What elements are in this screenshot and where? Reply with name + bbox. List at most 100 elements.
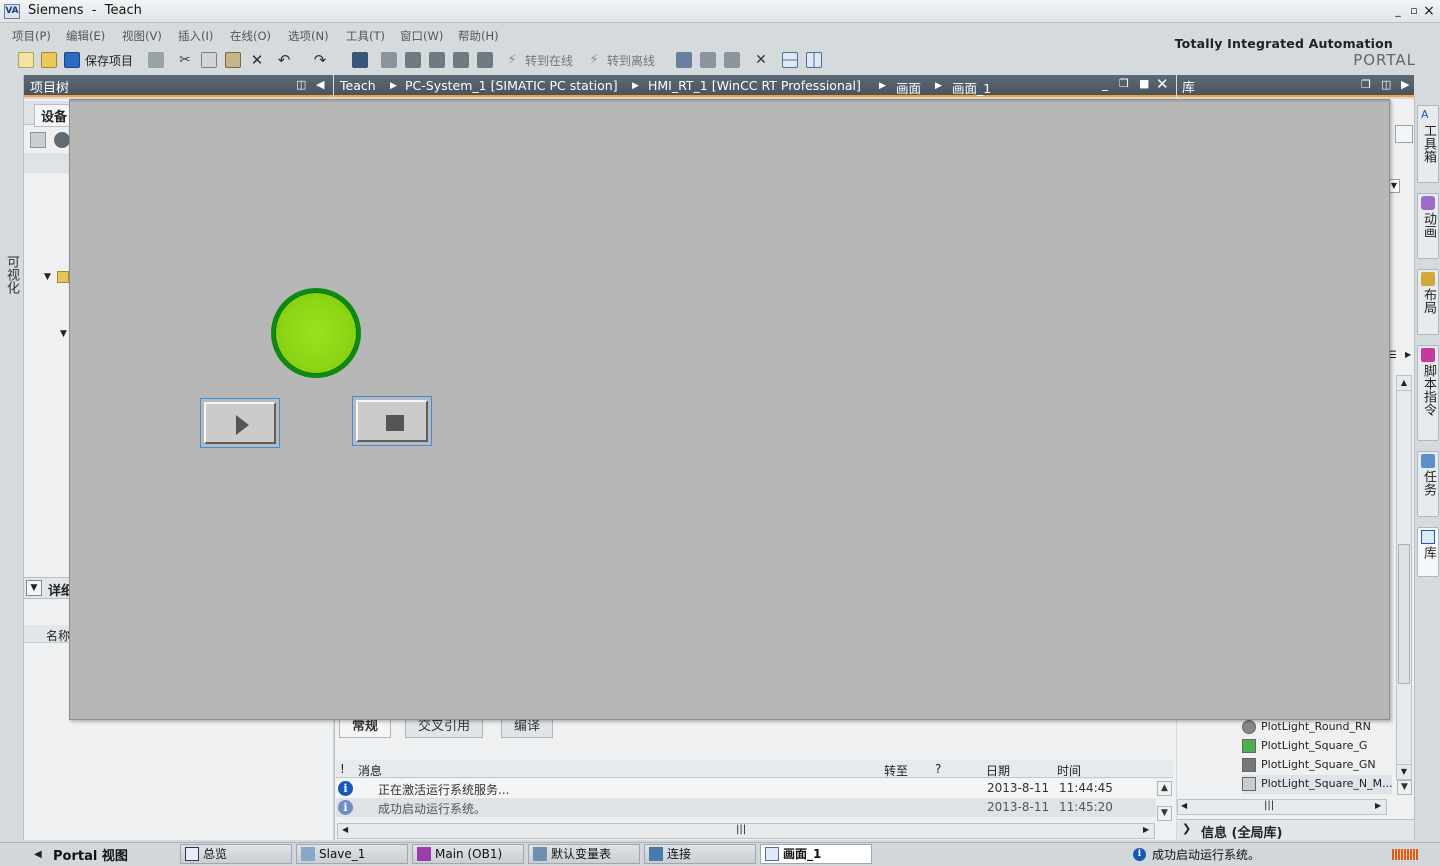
menu-options[interactable]: 选项(N) xyxy=(288,28,329,44)
redo-icon[interactable]: ↷ xyxy=(312,52,328,68)
scroll-up-icon[interactable]: ▲ xyxy=(1397,376,1411,391)
add-device-icon[interactable] xyxy=(30,132,46,148)
library-scrollbar[interactable]: ▲ ▼ xyxy=(1396,375,1412,780)
go-offline-icon[interactable]: ⚡ xyxy=(586,52,602,68)
library-float-icon[interactable]: ❐ xyxy=(1361,78,1371,91)
tab-layout[interactable]: 布局 xyxy=(1417,269,1439,335)
menu-online[interactable]: 在线(O) xyxy=(230,28,271,44)
message-row[interactable]: i 成功启动运行系统。 2013-8-11 11:45:20 xyxy=(336,798,1156,817)
breadcrumb-project[interactable]: Teach xyxy=(340,78,376,93)
portal-view-button[interactable]: Portal 视图 xyxy=(53,845,128,864)
task-overview[interactable]: 总览 xyxy=(180,844,292,864)
compile-icon[interactable] xyxy=(352,52,368,68)
restore-button[interactable]: ▫ xyxy=(1407,3,1421,19)
tab-instructions[interactable]: 脚本指令 xyxy=(1417,345,1439,441)
scroll-right-icon[interactable]: ▶ xyxy=(1375,801,1381,810)
tab-tasks[interactable]: 任务 xyxy=(1417,451,1439,517)
close-button[interactable]: × xyxy=(1422,3,1436,19)
download-config-icon[interactable] xyxy=(381,52,397,68)
expand-arrow-icon[interactable]: ▼ xyxy=(44,272,51,282)
scroll-thumb[interactable] xyxy=(1398,544,1410,684)
stop-button[interactable] xyxy=(352,396,432,446)
library-info-bar[interactable]: ❯ 信息 (全局库) xyxy=(1177,819,1414,841)
breadcrumb-pc-system[interactable]: PC-System_1 [SIMATIC PC station] xyxy=(405,78,618,93)
save-icon[interactable] xyxy=(64,52,80,68)
go-online-icon[interactable]: ⚡ xyxy=(504,52,520,68)
tab-compile[interactable]: 编译 xyxy=(501,718,554,738)
copy-icon[interactable] xyxy=(201,52,217,68)
library-pin-icon[interactable]: ◫ xyxy=(1381,78,1391,91)
cross-reference-icon[interactable]: ✕ xyxy=(753,52,769,68)
download-icon[interactable] xyxy=(405,52,421,68)
editor-maximize-icon[interactable]: ■ xyxy=(1139,77,1149,90)
scroll-left-icon[interactable]: ◀ xyxy=(342,825,348,834)
cut-icon[interactable]: ✂ xyxy=(177,52,193,68)
tab-animations[interactable]: 动画 xyxy=(1417,193,1439,259)
undo-icon[interactable]: ↶ xyxy=(276,52,292,68)
menu-view[interactable]: 视图(V) xyxy=(122,28,162,44)
task-connections[interactable]: 连接 xyxy=(644,844,756,864)
open-project-icon[interactable] xyxy=(41,52,57,68)
library-list-scroll-down-icon[interactable]: ▼ xyxy=(1397,780,1412,795)
print-icon[interactable] xyxy=(148,52,164,68)
start-button[interactable] xyxy=(200,398,280,448)
messages-hscrollbar[interactable]: ◀ ||| ▶ xyxy=(337,823,1155,839)
library-item[interactable]: PlotLight_Square_N_M... xyxy=(1242,775,1393,794)
visualization-tab[interactable]: 可视化 xyxy=(1,255,21,294)
task-tag-table[interactable]: 默认变量表 xyxy=(528,844,640,864)
new-project-icon[interactable] xyxy=(18,52,34,68)
task-main-ob1[interactable]: Main (OB1) xyxy=(412,844,524,864)
start-runtime-icon[interactable] xyxy=(477,52,493,68)
breadcrumb-screens[interactable]: 画面 xyxy=(896,78,921,97)
expand-arrow-icon[interactable]: ▼ xyxy=(60,329,67,339)
save-project-button[interactable]: 保存项目 xyxy=(85,52,133,69)
go-offline-button[interactable]: 转到离线 xyxy=(607,52,655,69)
collapse-details-icon[interactable]: ▼ xyxy=(26,580,42,596)
menu-insert[interactable]: 插入(I) xyxy=(178,28,213,44)
back-icon[interactable] xyxy=(54,132,70,148)
scroll-left-icon[interactable]: ◀ xyxy=(1181,801,1187,810)
pin-icon[interactable]: ◫ xyxy=(296,78,306,91)
tab-general[interactable]: 常规 xyxy=(339,718,392,738)
breadcrumb-screen-1[interactable]: 画面_1 xyxy=(952,78,991,97)
library-expand-icon[interactable]: ▶ xyxy=(1405,350,1411,359)
minimize-button[interactable]: _ xyxy=(1391,3,1405,19)
editor-close-icon[interactable]: ✕ xyxy=(1156,75,1169,93)
breadcrumb-hmi[interactable]: HMI_RT_1 [WinCC RT Professional] xyxy=(648,78,861,93)
library-collapse-icon[interactable]: ▶ xyxy=(1401,78,1409,91)
menu-window[interactable]: 窗口(W) xyxy=(400,28,443,44)
message-row[interactable]: i 正在激活运行系统服务... 2013-8-11 11:44:45 xyxy=(336,779,1156,798)
start-cpu-icon[interactable] xyxy=(700,52,716,68)
tab-cross-references[interactable]: 交叉引用 xyxy=(405,718,484,738)
menu-project[interactable]: 项目(P) xyxy=(12,28,51,44)
delete-icon[interactable]: ✕ xyxy=(249,52,265,68)
library-hscrollbar[interactable]: ◀ ▶ ||| xyxy=(1177,799,1387,815)
upload-icon[interactable] xyxy=(429,52,445,68)
menu-tools[interactable]: 工具(T) xyxy=(346,28,385,44)
accessible-devices-icon[interactable] xyxy=(676,52,692,68)
split-vertical-icon[interactable] xyxy=(806,52,822,68)
library-view-icon[interactable] xyxy=(1395,125,1413,143)
editor-minimize-icon[interactable]: _ xyxy=(1102,77,1108,91)
collapse-left-icon[interactable]: ◀ xyxy=(316,78,324,91)
breadcrumb-separator-icon: ▶ xyxy=(879,81,886,91)
task-screen-1[interactable]: 画面_1 xyxy=(760,844,872,864)
task-slave-1[interactable]: Slave_1 xyxy=(296,844,408,864)
simulate-icon[interactable] xyxy=(453,52,469,68)
menu-help[interactable]: 帮助(H) xyxy=(458,28,499,44)
editor-float-icon[interactable]: ❐ xyxy=(1119,77,1129,90)
paste-icon[interactable] xyxy=(225,52,241,68)
messages-scroll-up-icon[interactable]: ▲ xyxy=(1157,781,1172,796)
messages-scroll-down-icon[interactable]: ▼ xyxy=(1157,806,1172,821)
tab-toolbox[interactable]: A 工具箱 xyxy=(1417,105,1439,183)
tab-libraries[interactable]: 库 xyxy=(1417,527,1439,577)
go-online-button[interactable]: 转到在线 xyxy=(525,52,573,69)
scroll-down-icon[interactable]: ▼ xyxy=(1397,764,1411,779)
stop-cpu-icon[interactable] xyxy=(724,52,740,68)
status-message[interactable]: 成功启动运行系统。 xyxy=(1152,846,1260,863)
tab-devices[interactable]: 设备 xyxy=(34,104,75,127)
scroll-right-icon[interactable]: ▶ xyxy=(1143,825,1149,834)
info-expand-icon[interactable]: ❯ xyxy=(1182,822,1191,835)
menu-edit[interactable]: 编辑(E) xyxy=(66,28,105,44)
split-horizontal-icon[interactable] xyxy=(782,52,798,68)
